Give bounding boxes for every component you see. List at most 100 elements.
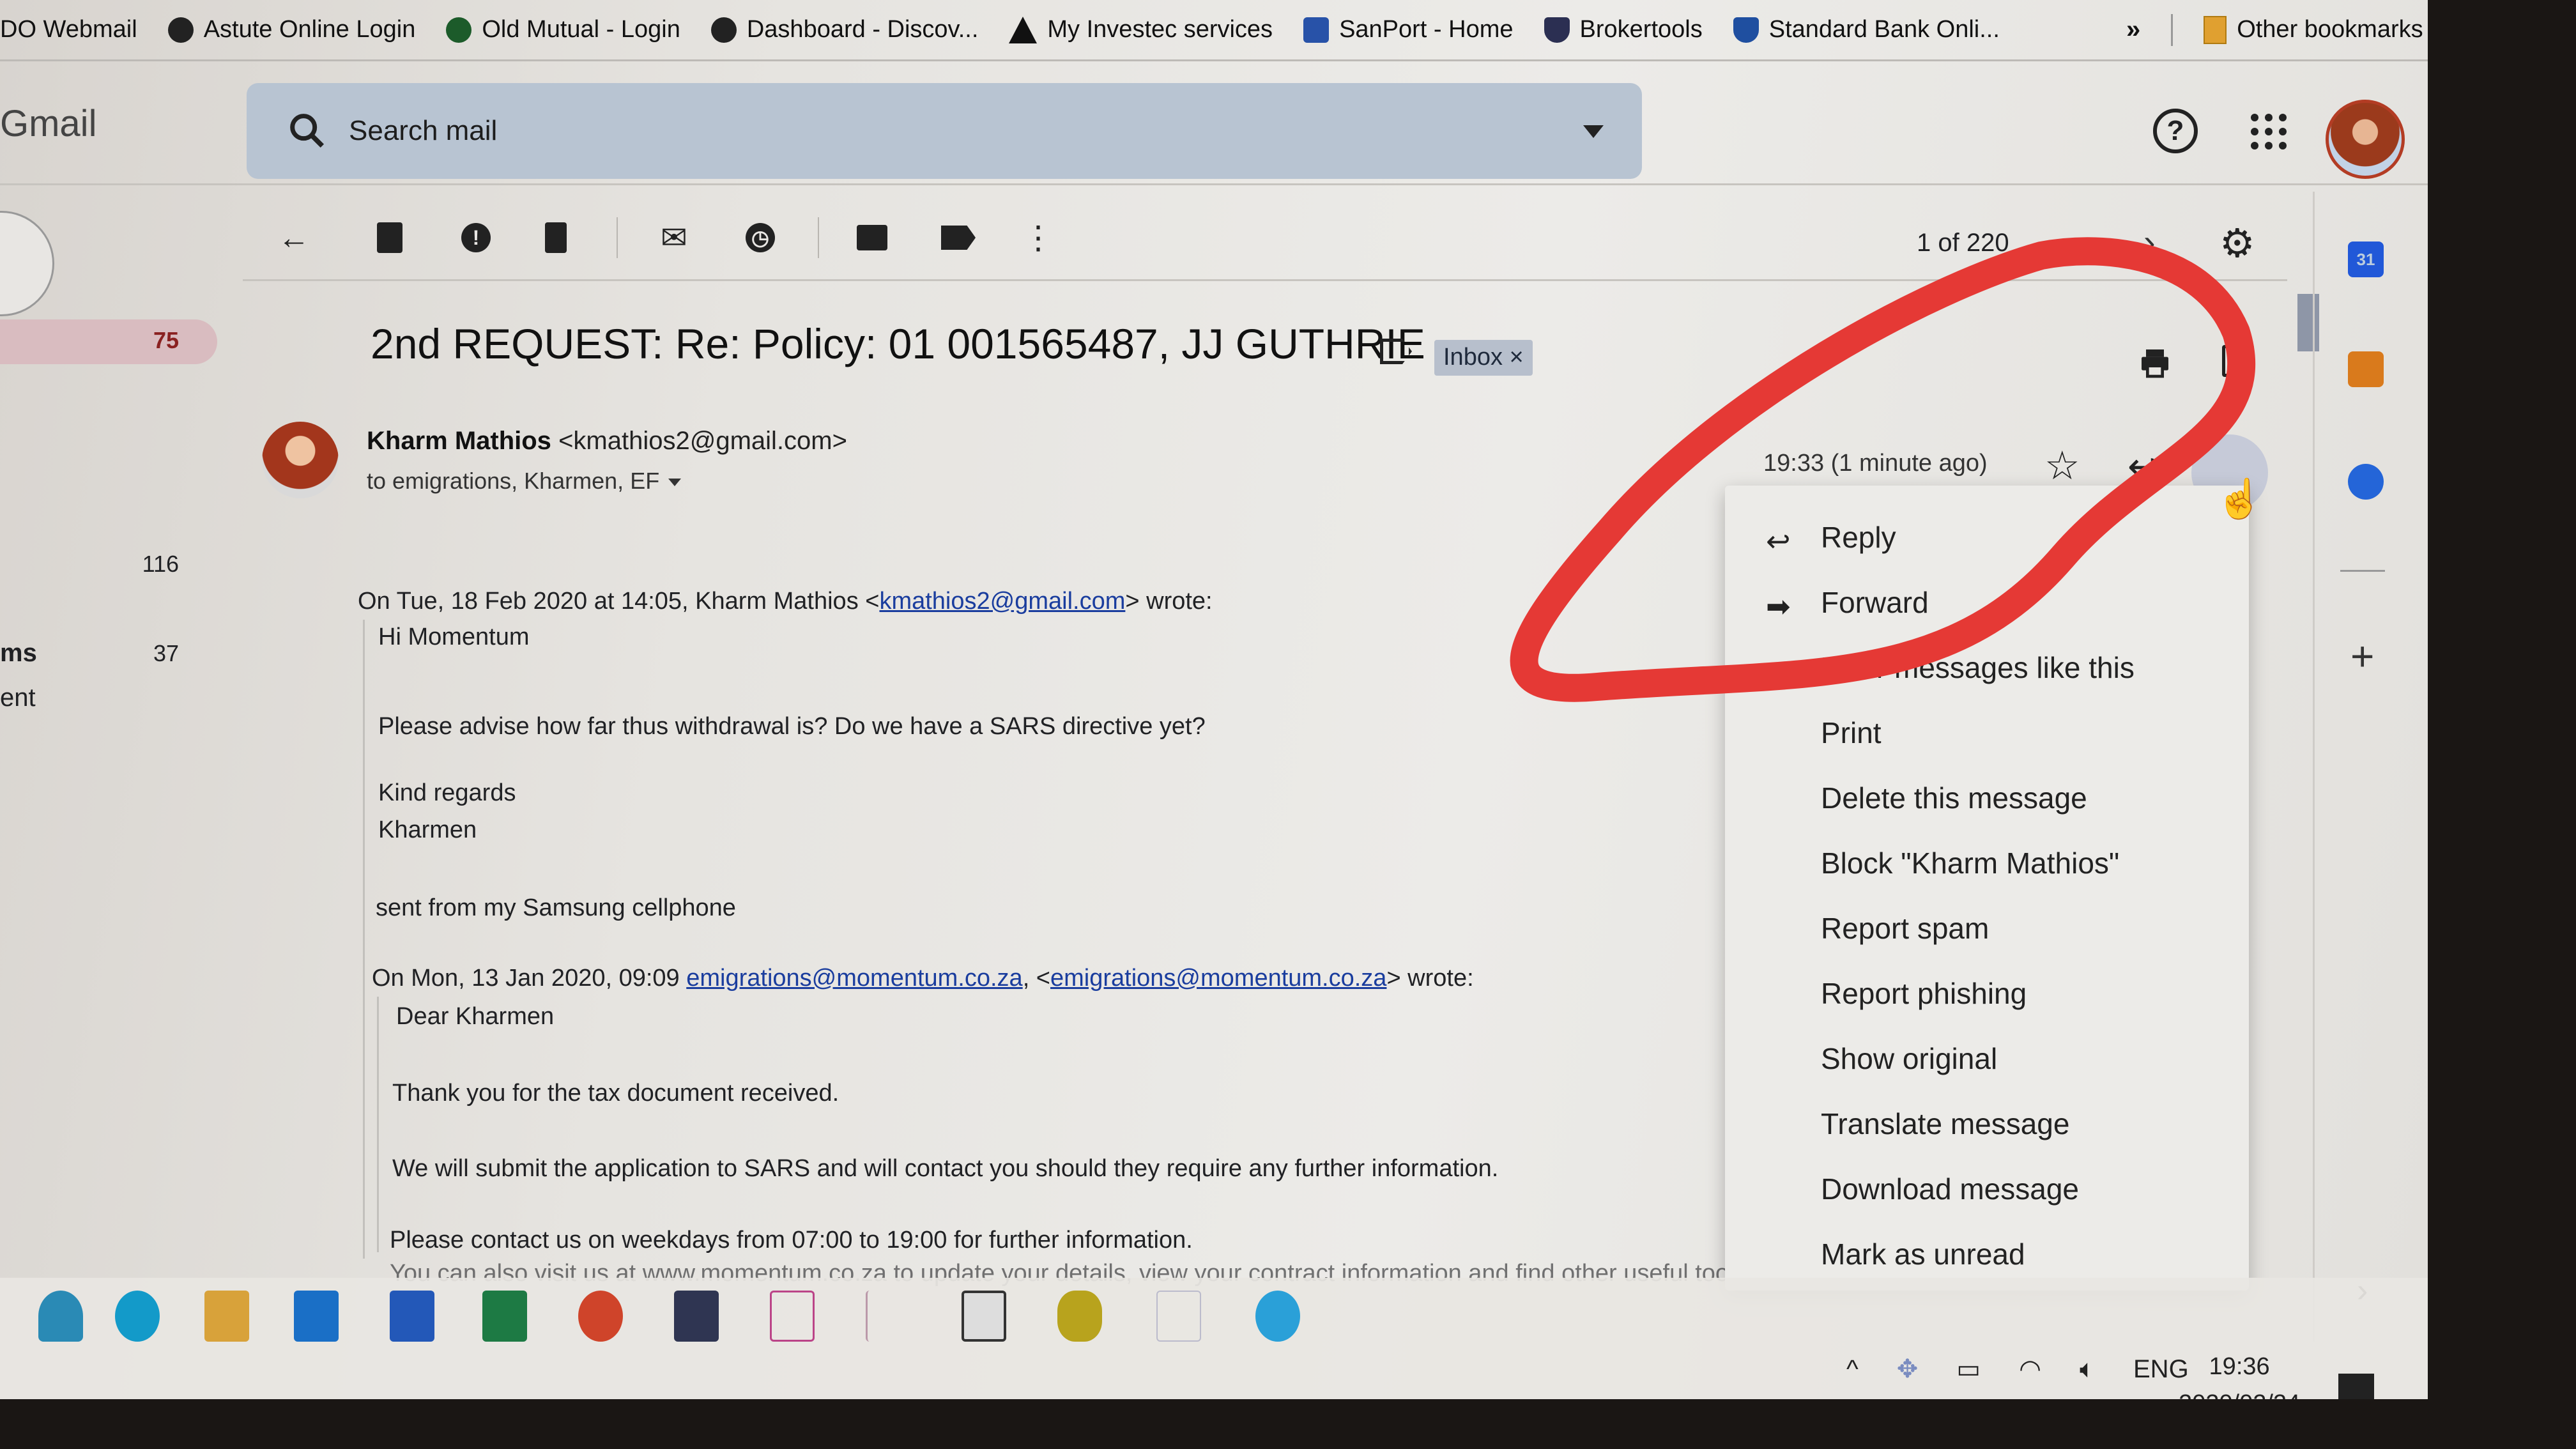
search-input[interactable] [349, 109, 1499, 153]
email-timestamp: 19:33 (1 minute ago) [1763, 450, 1988, 477]
system-clock[interactable]: 19:36 2020/02/24 [2179, 1348, 2300, 1399]
nav-item-inbox[interactable]: 75 [0, 319, 217, 364]
open-in-new-window-icon[interactable] [2222, 345, 2254, 377]
keep-icon[interactable] [2348, 351, 2384, 387]
menu-item-report-phishing[interactable]: Report phishing [1725, 961, 2249, 1026]
show-hidden-icons-icon[interactable]: ^ [1846, 1355, 1859, 1384]
nav-item-sent[interactable]: ent [0, 677, 217, 722]
bookmark-astute[interactable]: Astute Online Login [167, 16, 415, 43]
message-more-menu: ↩ Reply ➡ Forward Filter messages like thi… [1725, 486, 2249, 1291]
archive-icon[interactable] [371, 218, 409, 257]
body-text: Dear Kharmen [396, 1003, 555, 1030]
search-icon[interactable] [285, 109, 330, 153]
report-spam-icon[interactable]: ! [457, 218, 495, 257]
files-icon[interactable] [204, 1291, 249, 1342]
paint-icon[interactable] [866, 1291, 910, 1342]
skype-icon[interactable] [115, 1291, 160, 1342]
dropbox-icon[interactable]: ✥ [1897, 1354, 1919, 1384]
bookmark-old-mutual[interactable]: Old Mutual - Login [446, 16, 680, 43]
left-nav: 75 116 ms 37 ent [0, 185, 243, 1335]
menu-item-print[interactable]: Print [1725, 700, 2249, 765]
bookmark-sanport[interactable]: SanPort - Home [1303, 16, 1514, 43]
menu-item-forward[interactable]: ➡ Forward [1725, 570, 2249, 635]
outlook-icon[interactable] [294, 1291, 339, 1342]
powerpoint-icon[interactable] [578, 1291, 623, 1342]
tasks-icon[interactable] [2348, 464, 2384, 500]
add-addon-icon[interactable]: + [2350, 632, 2374, 680]
generic-app-icon[interactable] [1156, 1291, 1201, 1342]
menu-item-delete[interactable]: Delete this message [1725, 765, 2249, 831]
move-to-icon[interactable] [853, 218, 891, 257]
body-text: sent from my Samsung cellphone [376, 894, 736, 921]
word-icon[interactable] [390, 1291, 434, 1342]
menu-item-filter[interactable]: Filter messages like this [1725, 635, 2249, 700]
search-bar[interactable] [247, 83, 1642, 179]
screen: DO Webmail Astute Online Login Old Mutua… [0, 0, 2428, 1399]
old-mutual-icon [446, 17, 472, 43]
excel-icon[interactable] [482, 1291, 527, 1342]
unread-count: 75 [153, 327, 179, 353]
older-icon[interactable]: › [2143, 221, 2156, 263]
sender-avatar[interactable] [262, 422, 339, 498]
email-link[interactable]: emigrations@momentum.co.za [686, 965, 1022, 992]
bookmark-brokertools[interactable]: Brokertools [1544, 16, 1703, 43]
sender-name[interactable]: Kharm Mathios [367, 427, 551, 455]
internet-explorer-icon[interactable] [1255, 1291, 1300, 1342]
reply-icon[interactable]: ↩ [2128, 445, 2159, 488]
compose-button[interactable] [0, 211, 54, 316]
snooze-icon[interactable]: ◷ [741, 218, 779, 257]
nav-item[interactable]: ms 37 [0, 632, 217, 677]
print-icon[interactable] [2137, 345, 2173, 381]
snipping-tool-icon[interactable] [770, 1291, 815, 1342]
volume-icon[interactable]: 🔈︎ [2080, 1355, 2095, 1384]
bookmark-discovery[interactable]: Dashboard - Discov... [710, 16, 978, 43]
back-icon[interactable]: ← [275, 218, 313, 257]
file-explorer-icon[interactable] [38, 1291, 83, 1342]
menu-item-translate[interactable]: Translate message [1725, 1091, 2249, 1156]
help-icon[interactable]: ? [2153, 109, 2198, 153]
yellow-app-icon[interactable] [1057, 1291, 1102, 1342]
wifi-icon[interactable]: ◠ [2019, 1354, 2041, 1384]
action-center-icon[interactable] [2338, 1374, 2374, 1399]
bookmark-investec[interactable]: My Investec services [1009, 16, 1273, 43]
quote-header: On Tue, 18 Feb 2020 at 14:05, Kharm Math… [358, 588, 1213, 615]
nav-item[interactable]: 116 [0, 543, 217, 588]
menu-item-report-spam[interactable]: Report spam [1725, 896, 2249, 961]
delete-icon[interactable] [537, 218, 575, 257]
bookmarks-overflow-button[interactable]: » [2126, 15, 2140, 44]
account-avatar[interactable] [2326, 100, 2405, 179]
star-icon[interactable]: ☆ [2044, 442, 2080, 489]
toolbar-divider [617, 217, 618, 258]
battery-icon[interactable]: ▭ [1956, 1354, 1981, 1384]
label-icon[interactable] [939, 218, 977, 257]
hand-cursor-icon: ☝ [2216, 477, 2264, 520]
email-link[interactable]: emigrations@momentum.co.za [1050, 965, 1386, 992]
show-details-dropdown-icon[interactable] [668, 479, 682, 487]
system-tray: ^ ✥ ▭ ◠ 🔈︎ ENG [1846, 1354, 2189, 1384]
gmail-logo[interactable]: Gmail [0, 102, 96, 145]
settings-gear-icon[interactable]: ⚙ [2220, 220, 2255, 266]
body-text: Thank you for the tax document received. [392, 1080, 839, 1107]
toolbar-divider [818, 217, 819, 258]
menu-item-block[interactable]: Block "Kharm Mathios" [1725, 831, 2249, 896]
email-link[interactable]: kmathios2@gmail.com [879, 588, 1125, 615]
reply-icon: ↩ [1766, 525, 1791, 558]
inbox-label-chip[interactable]: Inbox × [1434, 340, 1533, 376]
more-options-icon[interactable]: ⋮ [1019, 218, 1057, 257]
bookmark-standard-bank[interactable]: Standard Bank Onli... [1733, 16, 2000, 43]
search-options-dropdown-icon[interactable] [1583, 125, 1604, 138]
other-bookmarks[interactable]: Other bookmarks [2204, 15, 2423, 44]
standard-bank-icon [1733, 17, 1759, 43]
menu-item-show-original[interactable]: Show original [1725, 1026, 2249, 1091]
menu-item-reply[interactable]: ↩ Reply [1725, 505, 2249, 570]
mark-unread-icon[interactable]: ✉ [655, 218, 693, 257]
menu-item-mark-unread[interactable]: Mark as unread [1725, 1222, 2249, 1287]
calendar-icon[interactable]: 31 [2348, 241, 2384, 277]
calculator-icon[interactable] [674, 1291, 719, 1342]
menu-item-download[interactable]: Download message [1725, 1156, 2249, 1222]
bookmark-do-webmail[interactable]: DO Webmail [0, 16, 137, 43]
calendar-app-icon[interactable] [962, 1291, 1006, 1342]
google-apps-icon[interactable] [2246, 109, 2290, 153]
body-text: Kharmen [378, 816, 477, 843]
newer-icon[interactable]: ‹ [2067, 221, 2079, 263]
